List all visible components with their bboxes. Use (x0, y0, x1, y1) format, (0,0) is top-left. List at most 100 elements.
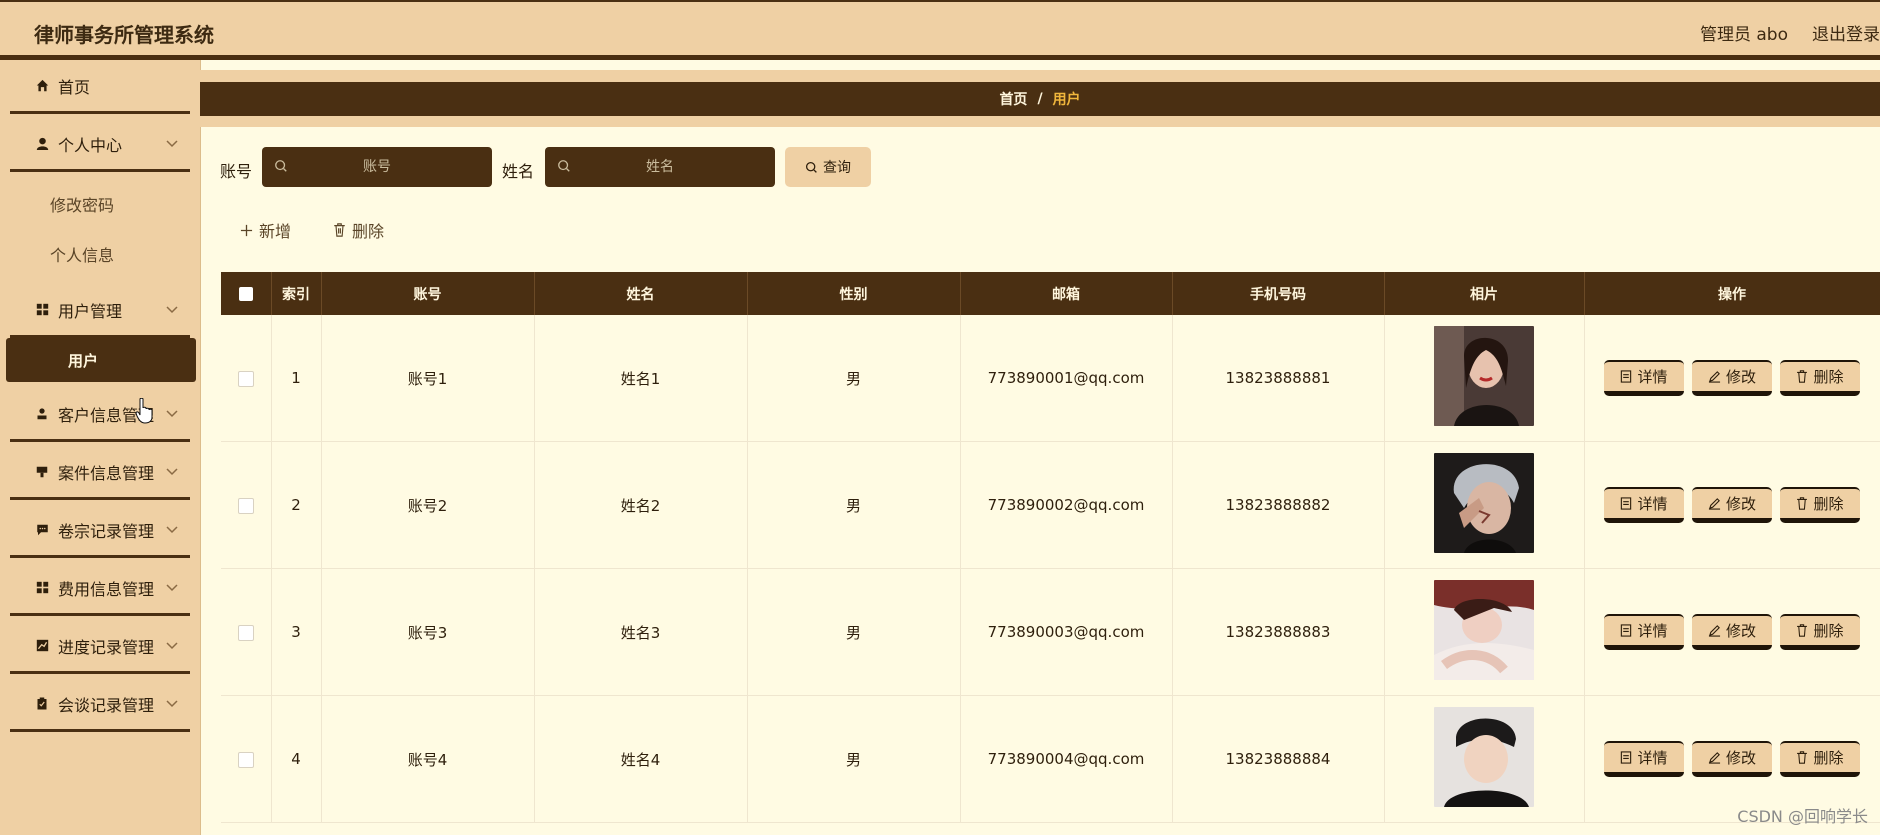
sidebar-item-progress-records[interactable]: 进度记录管理 (10, 620, 190, 674)
sidebar-item-client-info[interactable]: 客户信息管理 (10, 388, 190, 442)
breadcrumb-home[interactable]: 首页 (999, 89, 1027, 109)
trash-icon (1797, 624, 1808, 637)
mouse-cursor-icon (135, 398, 153, 424)
name-search-label: 姓名 (502, 162, 535, 181)
sidebar-item-label: 卷宗记录管理 (58, 521, 155, 541)
user-photo[interactable] (1434, 707, 1534, 807)
document-icon (1621, 497, 1632, 510)
edit-button[interactable]: 修改 (1692, 360, 1772, 396)
name-search-box[interactable] (545, 147, 775, 187)
edit-button-label: 修改 (1725, 749, 1756, 767)
chevron-down-icon (166, 306, 178, 314)
detail-button[interactable]: 详情 (1604, 360, 1684, 396)
chart-icon (34, 638, 50, 654)
sidebar-item-label: 案件信息管理 (58, 463, 155, 483)
query-button[interactable]: 查询 (785, 147, 871, 187)
plus-icon (240, 224, 253, 236)
delete-button-label: 删除 (1813, 622, 1844, 640)
app-title: 律师事务所管理系统 (34, 23, 214, 47)
detail-button[interactable]: 详情 (1604, 487, 1684, 523)
edit-button[interactable]: 修改 (1692, 487, 1772, 523)
user-photo[interactable] (1434, 326, 1534, 426)
cell-index: 2 (271, 441, 322, 569)
edit-icon (1708, 498, 1721, 510)
search-icon (805, 161, 817, 173)
search-icon (558, 160, 570, 172)
edit-icon (1708, 625, 1721, 637)
logout-link[interactable]: 退出登录 (1812, 20, 1880, 45)
column-header-account: 账号 (321, 272, 535, 315)
cell-account: 账号1 (321, 315, 535, 442)
chevron-down-icon (166, 584, 178, 592)
sidebar-sub-change-password[interactable]: 修改密码 (50, 192, 114, 216)
delete-button[interactable]: 删除 (1780, 741, 1860, 777)
row-checkbox[interactable] (237, 497, 254, 514)
table-header-row: 索引 账号 姓名 性别 邮箱 手机号码 相片 操作 (221, 272, 1880, 315)
account-search-box[interactable] (262, 147, 492, 187)
grid-icon (34, 302, 50, 318)
trash-icon (1797, 751, 1808, 764)
person-icon (34, 406, 50, 422)
row-checkbox[interactable] (237, 370, 254, 387)
row-checkbox[interactable] (237, 624, 254, 641)
cell-name: 姓名3 (534, 568, 748, 696)
detail-button-label: 详情 (1637, 495, 1668, 513)
edit-icon (1708, 752, 1721, 764)
sidebar-sub-personal-info[interactable]: 个人信息 (50, 242, 114, 266)
row-checkbox[interactable] (237, 751, 254, 768)
chevron-down-icon (166, 468, 178, 476)
table-row: 4 账号4 姓名4 男 773890004@qq.com 13823888884… (221, 695, 1880, 823)
batch-delete-button[interactable]: 删除 (333, 218, 384, 242)
sidebar-sub-label: 用户 (68, 351, 99, 370)
cell-name: 姓名4 (534, 695, 748, 823)
chevron-down-icon (166, 140, 178, 148)
chevron-down-icon (166, 410, 178, 418)
sidebar-item-user-management[interactable]: 用户管理 (10, 284, 190, 338)
select-all-checkbox[interactable] (238, 286, 253, 301)
detail-button-label: 详情 (1637, 368, 1668, 386)
query-button-label: 查询 (823, 160, 851, 176)
column-header-gender: 性别 (747, 272, 961, 315)
sidebar-item-fee-info[interactable]: 费用信息管理 (10, 562, 190, 616)
trash-icon (334, 223, 345, 237)
edit-button[interactable]: 修改 (1692, 614, 1772, 650)
delete-button-label: 删除 (1813, 368, 1844, 386)
detail-button[interactable]: 详情 (1604, 614, 1684, 650)
cell-index: 4 (271, 695, 322, 823)
sidebar-sub-user[interactable]: 用户 (6, 338, 196, 382)
breadcrumb-current: 用户 (1052, 92, 1081, 108)
detail-button[interactable]: 详情 (1604, 741, 1684, 777)
delete-button[interactable]: 删除 (1780, 614, 1860, 650)
cell-phone: 13823888883 (1172, 568, 1385, 696)
delete-button[interactable]: 删除 (1780, 487, 1860, 523)
sidebar-item-case-info[interactable]: 案件信息管理 (10, 446, 190, 500)
account-search-input[interactable] (262, 158, 492, 176)
cell-gender: 男 (747, 568, 961, 696)
delete-button[interactable]: 删除 (1780, 360, 1860, 396)
sidebar-item-file-records[interactable]: 卷宗记录管理 (10, 504, 190, 558)
sidebar-item-home[interactable]: 首页 (10, 60, 190, 114)
document-icon (1621, 751, 1632, 764)
cell-email: 773890003@qq.com (960, 568, 1173, 696)
user-photo[interactable] (1434, 453, 1534, 553)
cell-email: 773890001@qq.com (960, 315, 1173, 442)
cell-phone: 13823888882 (1172, 441, 1385, 569)
breadcrumb-separator: / (1037, 91, 1043, 107)
cell-account: 账号3 (321, 568, 535, 696)
cell-gender: 男 (747, 315, 961, 442)
chevron-down-icon (166, 700, 178, 708)
name-search-input[interactable] (545, 158, 775, 176)
edit-button-label: 修改 (1725, 368, 1756, 386)
sidebar-item-meeting-records[interactable]: 会谈记录管理 (10, 678, 190, 732)
cell-gender: 男 (747, 441, 961, 569)
user-icon (34, 136, 50, 152)
user-photo[interactable] (1434, 580, 1534, 680)
edit-button[interactable]: 修改 (1692, 741, 1772, 777)
delete-button-label: 删除 (1813, 749, 1844, 767)
batch-delete-button-label: 删除 (352, 222, 385, 241)
add-button[interactable]: 新增 (240, 218, 291, 242)
sidebar-item-label: 会谈记录管理 (58, 695, 155, 715)
edit-button-label: 修改 (1725, 495, 1756, 513)
clipboard-icon (34, 696, 50, 712)
sidebar-item-personal-center[interactable]: 个人中心 (10, 118, 190, 172)
